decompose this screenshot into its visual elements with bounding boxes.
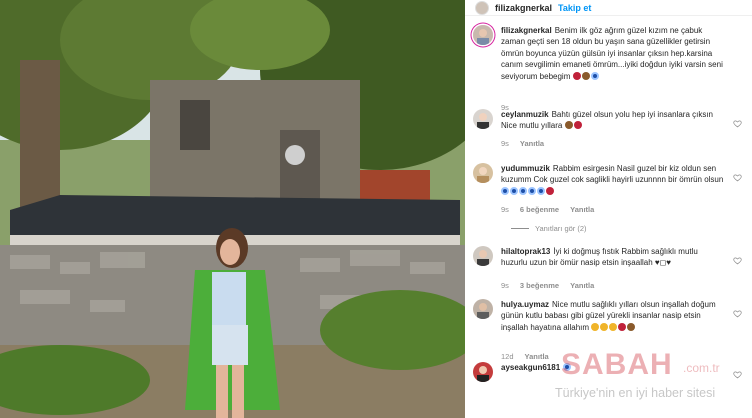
comment-meta: 9s 6 beğenme Yanıtla bbox=[501, 205, 594, 214]
post-photo bbox=[0, 0, 465, 418]
comment-item: hilaltoprak13 İyi ki doğmuş fıstık Rabbim… bbox=[473, 246, 746, 292]
blue-circle-emoji bbox=[563, 363, 572, 371]
replies-divider bbox=[511, 228, 529, 229]
comment-meta: 9s 3 beğenme Yanıtla bbox=[501, 281, 594, 290]
commenter-avatar[interactable] bbox=[473, 299, 493, 319]
comment-text-line2: Nice mutlu yıllara bbox=[501, 121, 563, 131]
lips-emoji bbox=[546, 186, 554, 195]
comment-body: hilaltoprak13 İyi ki doğmuş fıstık Rabbim… bbox=[501, 246, 724, 269]
comment-username[interactable]: hilaltoprak13 bbox=[501, 247, 550, 256]
comment-text: Bahtı güzel olsun yolu hep iyi insanlara… bbox=[551, 110, 714, 119]
photo-illustration bbox=[0, 0, 465, 418]
comment-username[interactable]: hulya.uymaz bbox=[501, 300, 549, 309]
commenter-avatar[interactable] bbox=[473, 163, 493, 183]
caption-username[interactable]: filizakgnerkal bbox=[501, 26, 552, 35]
view-replies-label[interactable]: Yanıtları gör (2) bbox=[535, 224, 587, 233]
rose-emoji bbox=[618, 322, 627, 331]
comment-item: yudummuzik Rabbim esirgesin Nasil guzel b… bbox=[473, 163, 746, 223]
comment-time: 9s bbox=[501, 205, 509, 214]
blue-circle-emoji bbox=[501, 186, 509, 195]
commenter-avatar[interactable] bbox=[473, 246, 493, 266]
blue-circle-emoji bbox=[590, 71, 599, 80]
football-emoji bbox=[581, 71, 590, 80]
smile-emoji bbox=[591, 322, 600, 331]
comment-meta: 12d Yanıtla bbox=[501, 352, 549, 361]
heart-icon[interactable] bbox=[733, 305, 742, 318]
comment-username[interactable]: ayseakgun6181 bbox=[501, 363, 560, 372]
smile-emoji bbox=[609, 322, 618, 331]
rose-emoji bbox=[573, 121, 582, 130]
blue-circle-emoji bbox=[528, 186, 536, 195]
comment-item: ayseakgun6181 bbox=[473, 362, 746, 382]
caption-entry: filizakgnerkal Benim ilk göz ağrım güzel … bbox=[473, 25, 746, 112]
comment-meta: 9s Yanıtla bbox=[501, 139, 544, 148]
comment-body: yudummuzik Rabbim esirgesin Nasil guzel b… bbox=[501, 163, 724, 197]
heart-icon[interactable] bbox=[733, 252, 742, 265]
heart-symbols: ♥◻♥ bbox=[654, 258, 672, 268]
comments-scroll[interactable]: filizakgnerkal Benim ilk göz ağrım güzel … bbox=[465, 17, 752, 418]
caption-body: filizakgnerkal Benim ilk göz ağrım güzel … bbox=[501, 25, 724, 82]
heart-icon[interactable] bbox=[733, 169, 742, 182]
comment-body: hulya.uymaz Nice mutlu sağlıklı yılları o… bbox=[501, 299, 724, 333]
comment-body: ayseakgun6181 bbox=[501, 362, 724, 373]
comment-username[interactable]: yudummuzik bbox=[501, 164, 550, 173]
heart-icon[interactable] bbox=[733, 115, 742, 128]
commenter-avatar[interactable] bbox=[473, 109, 493, 129]
blue-circle-emoji bbox=[510, 186, 518, 195]
likes-count[interactable]: 6 beğenme bbox=[520, 205, 559, 214]
commenter-avatar[interactable] bbox=[473, 362, 493, 382]
author-username[interactable]: filizakgnerkal bbox=[495, 3, 552, 13]
reply-button[interactable]: Yanıtla bbox=[520, 139, 544, 148]
comment-item: ceylanmuzik Bahtı güzel olsun yolu hep iy… bbox=[473, 109, 746, 149]
reply-button[interactable]: Yanıtla bbox=[570, 281, 594, 290]
comment-time: 12d bbox=[501, 352, 514, 361]
blue-circle-emoji bbox=[537, 186, 545, 195]
comment-time: 9s bbox=[501, 281, 509, 290]
view-replies-button[interactable]: Yanıtları gör (2) bbox=[511, 224, 587, 233]
post-header: filizakgnerkal Takip et bbox=[465, 0, 752, 16]
blue-circle-emoji bbox=[519, 186, 527, 195]
likes-count[interactable]: 3 beğenme bbox=[520, 281, 559, 290]
smile-emoji bbox=[564, 121, 573, 130]
cake-emoji bbox=[627, 322, 636, 331]
comment-username[interactable]: ceylanmuzik bbox=[501, 110, 549, 119]
comment-item: hulya.uymaz Nice mutlu sağlıklı yılları o… bbox=[473, 299, 746, 361]
comment-time: 9s bbox=[501, 139, 509, 148]
heart-icon[interactable] bbox=[733, 366, 742, 379]
smile-emoji bbox=[600, 322, 609, 331]
follow-button[interactable]: Takip et bbox=[558, 3, 591, 13]
reply-button[interactable]: Yanıtla bbox=[525, 352, 549, 361]
heart-emoji bbox=[572, 71, 581, 80]
reply-button[interactable]: Yanıtla bbox=[570, 205, 594, 214]
comment-body: ceylanmuzik Bahtı güzel olsun yolu hep iy… bbox=[501, 109, 724, 132]
comments-panel: filizakgnerkal Takip et filizakgnerkal Be… bbox=[465, 0, 752, 418]
author-avatar[interactable] bbox=[475, 0, 489, 15]
caption-avatar[interactable] bbox=[473, 25, 493, 45]
